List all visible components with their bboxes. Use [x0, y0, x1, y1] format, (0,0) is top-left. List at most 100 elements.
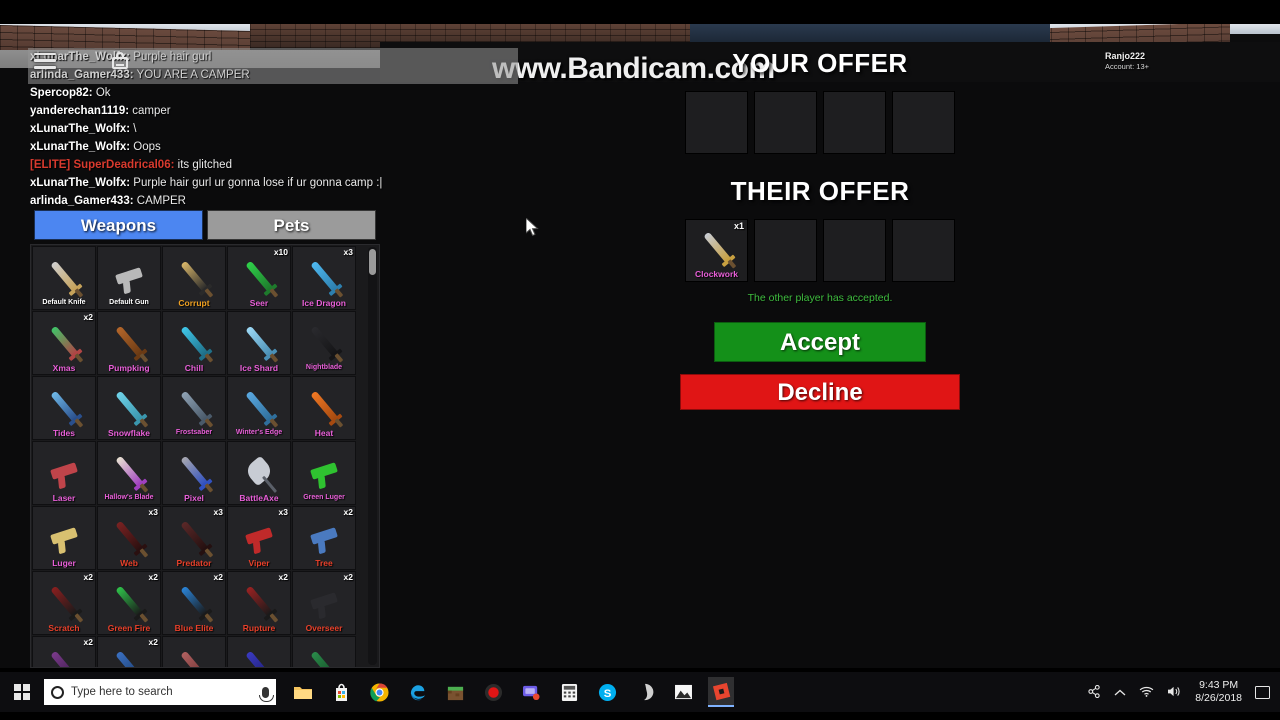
- item-quantity: x2: [213, 572, 223, 582]
- tab-pets[interactable]: Pets: [207, 210, 376, 240]
- item-thumbnail: [50, 585, 83, 623]
- inventory-item[interactable]: Heat: [292, 376, 356, 440]
- item-thumbnail: [115, 266, 143, 285]
- inventory-item[interactable]: Nightblade: [292, 311, 356, 375]
- volume-icon[interactable]: [1167, 685, 1182, 700]
- item-thumbnail: [50, 461, 78, 480]
- inventory-item[interactable]: Hallow's Blade: [97, 441, 161, 505]
- offer-slot[interactable]: [823, 91, 886, 154]
- offer-slot[interactable]: [823, 219, 886, 282]
- start-button[interactable]: [0, 672, 44, 712]
- inventory-item[interactable]: x2 Scratch: [32, 571, 96, 635]
- inventory-item[interactable]: Green Luger: [292, 441, 356, 505]
- item-name: Blue Elite: [174, 623, 214, 633]
- search-input[interactable]: Type here to search: [44, 679, 276, 705]
- show-hidden-icons-chevron-icon[interactable]: [1114, 686, 1126, 699]
- inventory-item[interactable]: Default Gun: [97, 246, 161, 310]
- network-share-icon[interactable]: [1088, 684, 1101, 700]
- menu-icon[interactable]: [34, 52, 56, 69]
- accept-button[interactable]: Accept: [714, 322, 926, 362]
- item-thumbnail: [310, 260, 343, 298]
- item-quantity: x3: [278, 507, 288, 517]
- grey-app-icon[interactable]: [632, 677, 658, 707]
- decline-button[interactable]: Decline: [680, 374, 960, 410]
- chat-text: CAMPER: [133, 195, 186, 207]
- item-thumbnail: [180, 390, 213, 428]
- inventory-item[interactable]: [162, 636, 226, 667]
- inventory-item[interactable]: x3 Predator: [162, 506, 226, 570]
- inventory-item[interactable]: [292, 636, 356, 667]
- microsoft-store-icon[interactable]: [328, 677, 354, 707]
- item-thumbnail: [115, 325, 148, 363]
- wifi-icon[interactable]: [1139, 685, 1154, 699]
- inventory-item[interactable]: x2: [97, 636, 161, 667]
- item-name: Xmas: [52, 363, 76, 373]
- inventory-item[interactable]: x2 Blue Elite: [162, 571, 226, 635]
- action-center-icon[interactable]: [1255, 685, 1270, 699]
- inventory-item[interactable]: x2 Xmas: [32, 311, 96, 375]
- offer-slot[interactable]: [685, 91, 748, 154]
- offer-slot[interactable]: [754, 219, 817, 282]
- cortana-circle-icon: [51, 685, 64, 699]
- inventory-item[interactable]: x2 Overseer: [292, 571, 356, 635]
- inventory-item[interactable]: Pixel: [162, 441, 226, 505]
- roblox-icon[interactable]: [708, 677, 734, 707]
- photos-icon[interactable]: [670, 677, 696, 707]
- item-quantity: x3: [343, 247, 353, 257]
- windows-taskbar: Type here to search S 9:43 PM 8/26/2018: [0, 672, 1280, 712]
- item-name: Ice Dragon: [302, 298, 346, 308]
- inventory-item[interactable]: x10 Seer: [227, 246, 291, 310]
- item-name: Heat: [314, 428, 334, 438]
- inventory-item[interactable]: [227, 636, 291, 667]
- inventory-item[interactable]: Ice Shard: [227, 311, 291, 375]
- file-explorer-icon[interactable]: [290, 677, 316, 707]
- inventory-item[interactable]: x2 Green Fire: [97, 571, 161, 635]
- inventory-item[interactable]: Pumpking: [97, 311, 161, 375]
- letterbox-top: [0, 0, 1280, 24]
- chat-message: [ELITE] SuperDeadrical06: its glitched: [28, 156, 518, 174]
- inventory-scrollbar[interactable]: [368, 247, 377, 665]
- inventory-grid: Default Knife Default Gun Corrupt x10 Seer x3…: [31, 245, 357, 667]
- inventory-item[interactable]: BattleAxe: [227, 441, 291, 505]
- chat-username: Spercop82:: [30, 87, 93, 99]
- inventory-item[interactable]: Corrupt: [162, 246, 226, 310]
- minecraft-icon[interactable]: [442, 677, 468, 707]
- item-name: Scratch: [48, 623, 80, 633]
- inventory-item[interactable]: x2: [32, 636, 96, 667]
- microsoft-edge-icon[interactable]: [404, 677, 430, 707]
- inventory-item[interactable]: x3 Web: [97, 506, 161, 570]
- trade-window: YOUR OFFER THEIR OFFER x1 Clockwork The o…: [640, 48, 1000, 410]
- skype-icon[interactable]: S: [594, 677, 620, 707]
- taskbar-clock[interactable]: 9:43 PM 8/26/2018: [1195, 679, 1242, 705]
- chat-message: xLunarThe_Wolfx: \: [28, 120, 518, 138]
- inventory-item[interactable]: Default Knife: [32, 246, 96, 310]
- inventory-item[interactable]: Snowflake: [97, 376, 161, 440]
- inventory-item[interactable]: Tides: [32, 376, 96, 440]
- inventory-item[interactable]: x3 Ice Dragon: [292, 246, 356, 310]
- tab-weapons[interactable]: Weapons: [34, 210, 203, 240]
- calculator-icon[interactable]: [556, 677, 582, 707]
- inventory-item[interactable]: Winter's Edge: [227, 376, 291, 440]
- taskbar-app-icons: S: [290, 677, 734, 707]
- roblox-topbar: [34, 52, 128, 69]
- inventory-item[interactable]: Chill: [162, 311, 226, 375]
- offer-slot[interactable]: [892, 219, 955, 282]
- inventory-item[interactable]: Luger: [32, 506, 96, 570]
- inventory-item[interactable]: Laser: [32, 441, 96, 505]
- bandicam-icon[interactable]: [480, 677, 506, 707]
- offer-slot[interactable]: [754, 91, 817, 154]
- inventory-item[interactable]: x3 Viper: [227, 506, 291, 570]
- google-chrome-icon[interactable]: [366, 677, 392, 707]
- item-quantity: x2: [83, 572, 93, 582]
- chat-text: its glitched: [174, 159, 232, 171]
- inventory-item[interactable]: x2 Tree: [292, 506, 356, 570]
- media-app-icon[interactable]: [518, 677, 544, 707]
- chat-message: yanderechan1119: camper: [28, 102, 518, 120]
- backpack-icon[interactable]: [112, 52, 128, 69]
- inventory-item[interactable]: Frostsaber: [162, 376, 226, 440]
- offer-slot[interactable]: x1 Clockwork: [685, 219, 748, 282]
- inventory-scrollbar-thumb[interactable]: [369, 249, 376, 275]
- microphone-icon[interactable]: [259, 686, 274, 702]
- offer-slot[interactable]: [892, 91, 955, 154]
- inventory-item[interactable]: x2 Rupture: [227, 571, 291, 635]
